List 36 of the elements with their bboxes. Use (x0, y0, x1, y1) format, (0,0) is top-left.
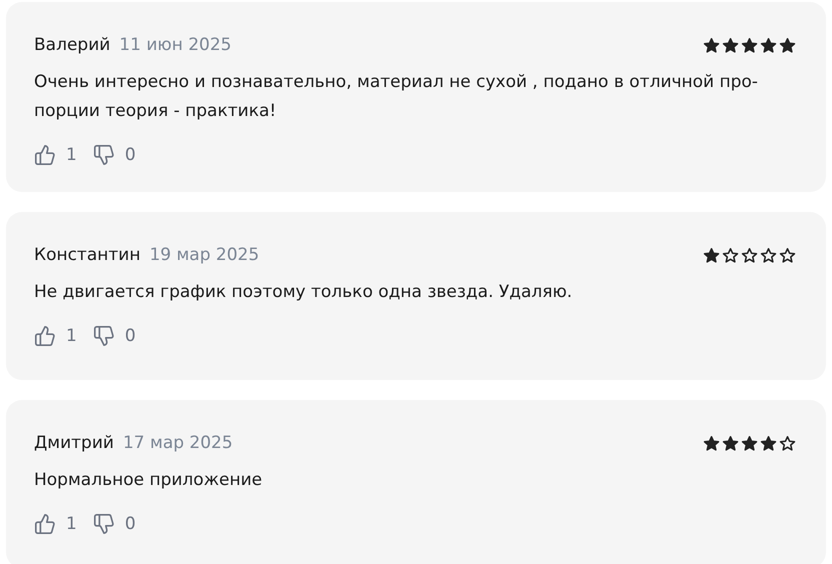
thumbs-up-icon (34, 325, 56, 347)
empty-star-icon (760, 246, 777, 264)
filled-star-icon (779, 36, 796, 54)
filled-star-icon (741, 36, 758, 54)
dislike-button[interactable]: 0 (92, 325, 136, 347)
thumbs-down-icon (92, 144, 115, 166)
review-text: Очень интересно и познавательно, материал не сухой , подано в отличной про- порции теория - практика! (34, 71, 759, 123)
like-button[interactable]: 1 (34, 513, 77, 535)
empty-star-icon (779, 434, 796, 452)
filled-star-icon (760, 434, 777, 452)
thumbs-down-icon (92, 513, 115, 535)
review-date: 11 июн 2025 (119, 35, 232, 55)
review-text: Не двигается график поэтому только одна звезда. Удаляю. (34, 281, 574, 304)
like-button[interactable]: 1 (34, 325, 77, 347)
review-date: 17 мар 2025 (122, 433, 233, 453)
thumbs-down-icon (92, 325, 115, 347)
thumbs-up-icon (34, 144, 56, 166)
empty-star-icon (779, 246, 796, 264)
empty-star-icon (722, 246, 739, 264)
empty-star-icon (741, 246, 758, 264)
filled-star-icon (760, 36, 777, 54)
filled-star-icon (703, 434, 720, 452)
like-button[interactable]: 1 (34, 144, 77, 166)
filled-star-icon (703, 246, 720, 264)
thumbs-up-icon (34, 513, 56, 535)
filled-star-icon (722, 434, 739, 452)
filled-star-icon (722, 36, 739, 54)
filled-star-icon (703, 36, 720, 54)
author-name: Валерий (34, 35, 110, 55)
review-date: 19 мар 2025 (149, 245, 260, 265)
review-text: Нормальное приложение (34, 469, 264, 492)
dislike-button[interactable]: 0 (92, 144, 136, 166)
author-name: Константин (34, 245, 140, 265)
dislike-button[interactable]: 0 (92, 513, 136, 535)
filled-star-icon (741, 434, 758, 452)
author-name: Дмитрий (34, 433, 114, 453)
